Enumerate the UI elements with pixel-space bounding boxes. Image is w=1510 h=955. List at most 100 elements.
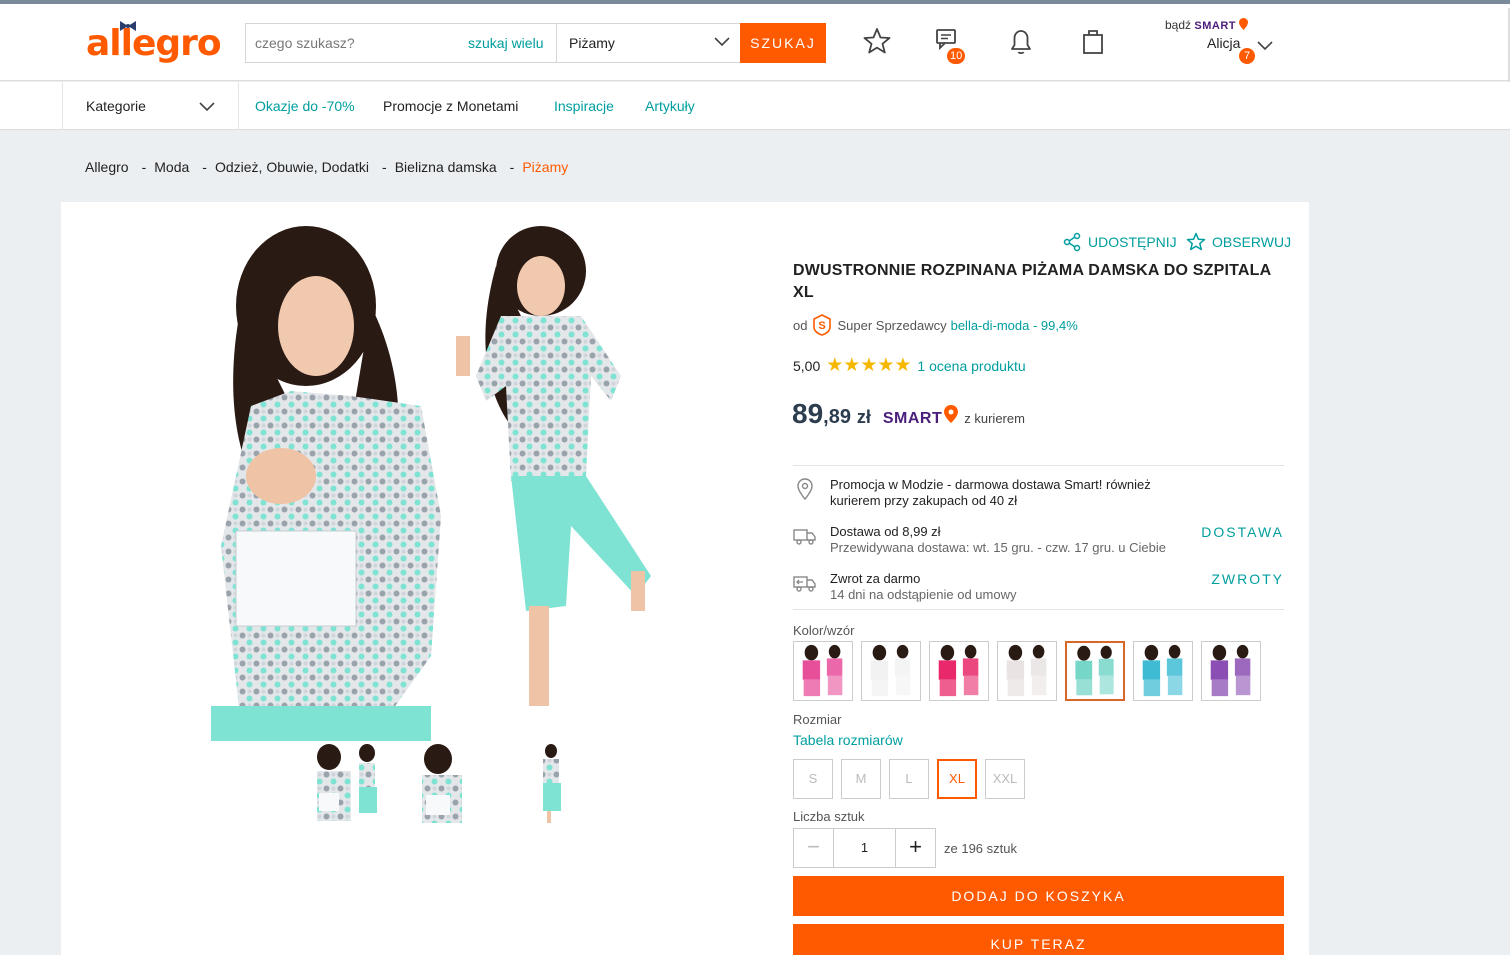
search-input[interactable] xyxy=(246,24,468,62)
breadcrumb-separator: - xyxy=(509,159,515,175)
star-outline-icon xyxy=(1186,232,1206,251)
super-seller-icon: S xyxy=(813,314,832,336)
variant-thumbnail-icon xyxy=(1006,644,1047,697)
variant-thumbnail-icon xyxy=(938,644,979,697)
breadcrumb-item[interactable]: Odzież, Obuwie, Dodatki xyxy=(215,159,369,175)
rating-value: 5,00 xyxy=(793,357,821,374)
delivery-title: Dostawa od 8,99 zł xyxy=(830,524,941,539)
size-table-link[interactable]: Tabela rozmiarów xyxy=(793,732,903,748)
rating-count-link[interactable]: 1 ocena produktu xyxy=(917,358,1025,374)
quantity-input[interactable]: 1 xyxy=(834,829,895,867)
search-bar: szukaj wielu Piżamy SZUKAJ xyxy=(245,23,826,63)
thumbnail-photo[interactable] xyxy=(410,743,490,823)
nav-link-coins[interactable]: Promocje z Monetami xyxy=(383,98,518,114)
user-name[interactable]: Alicja xyxy=(1207,35,1240,51)
price-currency: zł xyxy=(856,407,871,427)
color-variant-swatch-selected[interactable] xyxy=(1065,641,1125,701)
price-cents: ,89 xyxy=(823,406,851,428)
size-option-m[interactable]: M xyxy=(841,759,881,799)
seller-link[interactable]: bella-di-moda - 99,4% xyxy=(951,318,1078,333)
breadcrumb-current: Piżamy xyxy=(522,159,569,175)
delivery-row: Dostawa od 8,99 zł Przewidywana dostawa:… xyxy=(793,524,1284,558)
color-variants xyxy=(793,641,1261,701)
rating-stars: ★★★★★ xyxy=(826,355,912,376)
delivery-text: Dostawa od 8,99 zł Przewidywana dostawa:… xyxy=(830,524,1166,556)
color-variant-swatch[interactable] xyxy=(1201,641,1261,701)
thumbnail-photo[interactable] xyxy=(511,743,591,823)
chevron-down-icon[interactable] xyxy=(1256,36,1274,54)
breadcrumb-separator: - xyxy=(382,159,387,175)
nav-link-deals[interactable]: Okazje do -70% xyxy=(255,98,355,114)
stock-info: ze 196 sztuk xyxy=(944,841,1017,856)
user-notification-badge: 7 xyxy=(1239,48,1255,64)
add-to-cart-button[interactable]: DODAJ DO KOSZYKA xyxy=(793,876,1284,916)
smart-promo[interactable]: bądź SMART xyxy=(1165,18,1249,32)
search-many-link[interactable]: szukaj wielu xyxy=(468,24,556,62)
share-button[interactable]: UDOSTĘPNIJ xyxy=(1062,232,1177,252)
breadcrumb-item[interactable]: Allegro xyxy=(85,159,129,175)
return-truck-icon xyxy=(793,576,816,592)
size-options: S M L XL XXL xyxy=(793,759,1025,799)
size-option-l[interactable]: L xyxy=(889,759,929,799)
bell-icon[interactable] xyxy=(1004,24,1038,58)
product-price: 89,89 zł SMART z kurierem xyxy=(792,398,1025,430)
watch-button[interactable]: OBSERWUJ xyxy=(1186,232,1291,252)
color-variant-swatch[interactable] xyxy=(929,641,989,701)
category-nav: Kategorie Okazje do -70% Promocje z Mone… xyxy=(0,82,1510,130)
size-option-xxl[interactable]: XXL xyxy=(985,759,1025,799)
breadcrumb: Allegro - Moda - Odzież, Obuwie, Dodatki… xyxy=(85,159,568,175)
price-whole: 89 xyxy=(792,398,824,429)
product-main-photo[interactable] xyxy=(211,226,665,741)
svg-text:S: S xyxy=(819,320,826,332)
star-icon[interactable] xyxy=(860,24,894,58)
search-button[interactable]: SZUKAJ xyxy=(740,23,826,63)
logo-bow-icon xyxy=(120,21,136,31)
cart-bag-icon[interactable] xyxy=(1076,24,1110,58)
variant-thumbnail-icon xyxy=(1210,644,1251,697)
return-policy: 14 dni na odstąpienie od umowy xyxy=(830,587,1017,602)
breadcrumb-separator: - xyxy=(141,159,147,175)
quantity-stepper: − 1 + xyxy=(793,828,936,868)
smart-pin-icon xyxy=(1239,18,1249,30)
buy-now-button[interactable]: KUP TERAZ xyxy=(793,924,1284,955)
allegro-logo[interactable]: allegro xyxy=(86,24,222,64)
promo-line: Promocja w Modzie - darmowa dostawa Smar… xyxy=(830,477,1151,492)
seller-info: od S Super Sprzedawcy bella-di-moda - 99… xyxy=(793,314,1078,336)
share-icon xyxy=(1063,232,1081,252)
color-variant-swatch[interactable] xyxy=(997,641,1057,701)
thumbnail-photo[interactable] xyxy=(309,743,389,823)
variant-thumbnail-icon xyxy=(802,644,843,697)
seller-prefix: od xyxy=(793,317,808,333)
variant-thumbnail-icon xyxy=(1142,644,1183,697)
messages-count-badge: 10 xyxy=(947,48,966,64)
smart-pin-icon xyxy=(944,405,959,423)
breadcrumb-item[interactable]: Moda xyxy=(154,159,189,175)
promo-text: Promocja w Modzie - darmowa dostawa Smar… xyxy=(830,477,1151,509)
breadcrumb-separator: - xyxy=(202,159,207,175)
quantity-increase-button[interactable]: + xyxy=(895,829,935,867)
color-variant-swatch[interactable] xyxy=(1133,641,1193,701)
smart-prefix: bądź xyxy=(1165,18,1192,32)
location-pin-icon xyxy=(797,478,813,501)
promo-line: kurierem przy zakupach od 40 zł xyxy=(830,493,1018,508)
search-category-value: Piżamy xyxy=(569,35,615,51)
size-option-xl[interactable]: XL xyxy=(937,759,977,799)
delivery-estimate: Przewidywana dostawa: wt. 15 gru. - czw.… xyxy=(830,540,1166,555)
search-category-select[interactable]: Piżamy xyxy=(556,24,741,62)
nav-link-inspirations[interactable]: Inspiracje xyxy=(554,98,614,114)
product-title: DWUSTRONNIE ROZPINANA PIŻAMA DAMSKA DO S… xyxy=(793,262,1271,301)
delivery-link[interactable]: DOSTAWA xyxy=(1201,524,1284,540)
returns-link[interactable]: ZWROTY xyxy=(1211,571,1284,587)
watch-label: OBSERWUJ xyxy=(1212,234,1292,250)
nav-link-articles[interactable]: Artykuły xyxy=(645,98,695,114)
color-variant-swatch[interactable] xyxy=(793,641,853,701)
photo-thumbnails xyxy=(309,743,612,823)
categories-dropdown[interactable]: Kategorie xyxy=(62,82,239,130)
courier-note: z kurierem xyxy=(964,411,1025,426)
size-option-s[interactable]: S xyxy=(793,759,833,799)
divider xyxy=(793,465,1284,466)
quantity-decrease-button[interactable]: − xyxy=(794,829,834,867)
truck-icon xyxy=(793,529,816,545)
color-variant-swatch[interactable] xyxy=(861,641,921,701)
breadcrumb-item[interactable]: Bielizna damska xyxy=(395,159,497,175)
